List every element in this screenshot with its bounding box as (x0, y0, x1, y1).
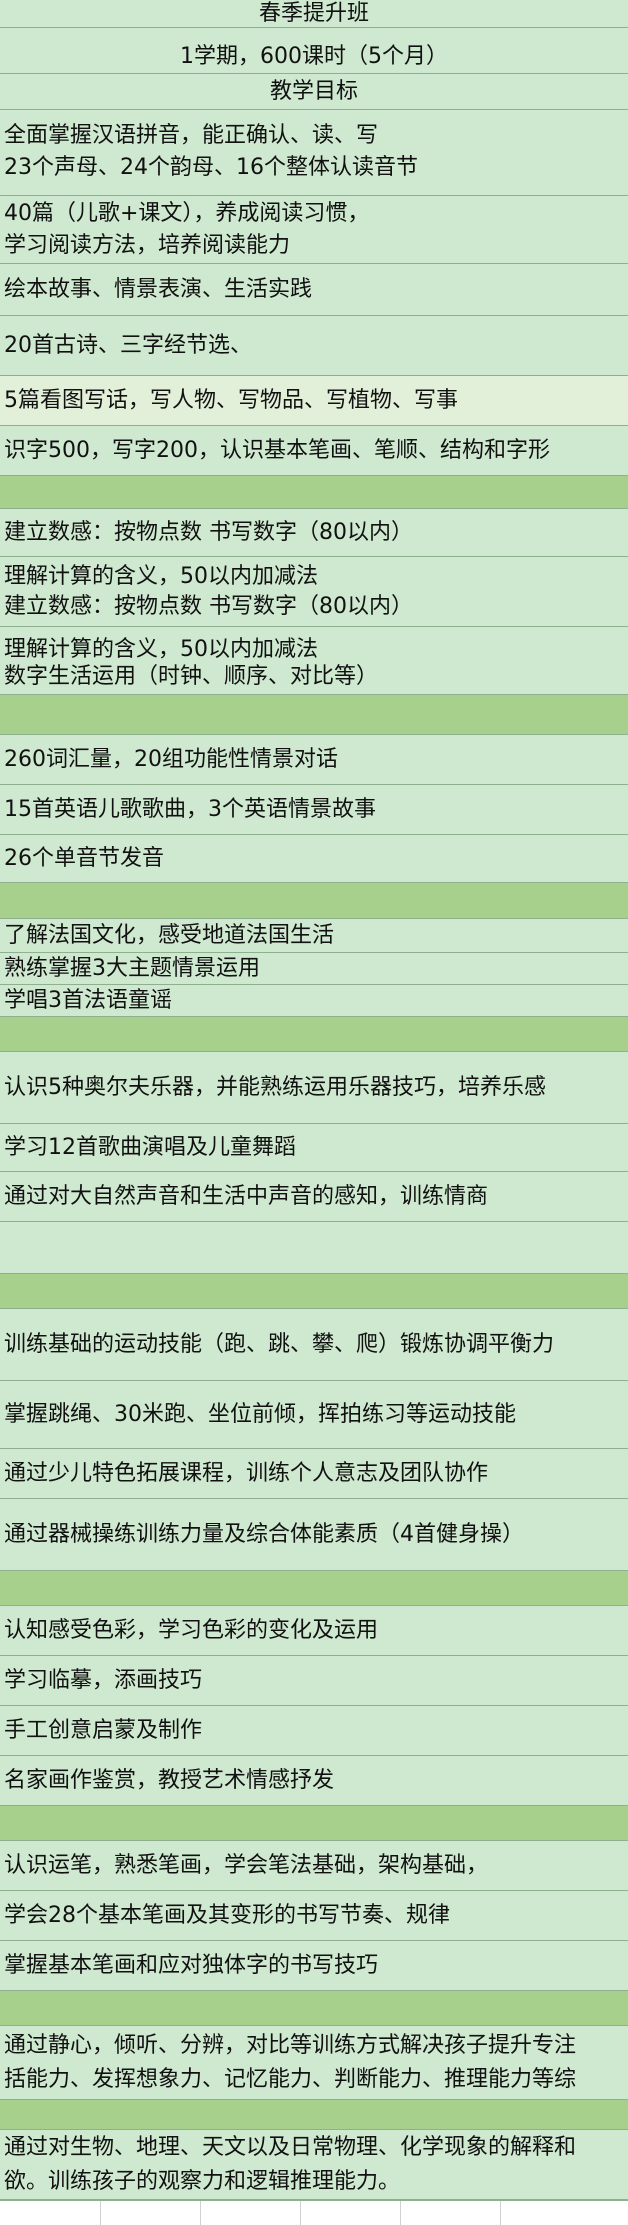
goal-row[interactable]: 掌握基本笔画和应对独体字的书写技巧 (0, 1941, 628, 1991)
goal-row[interactable]: 熟练掌握3大主题情景运用 (0, 953, 628, 985)
section-divider-row[interactable] (0, 1222, 628, 1274)
sheet-title: 春季提升班 (258, 1, 369, 26)
empty-grid-row (0, 2200, 628, 2225)
goal-text: 通过器械操练训练力量及综合体能素质（4首健身操） (4, 1522, 524, 1547)
grid-cell[interactable] (400, 2201, 501, 2225)
goal-text: 掌握基本笔画和应对独体字的书写技巧 (4, 1953, 379, 1978)
goal-row[interactable]: 训练基础的运动技能（跑、跳、攀、爬）锻炼协调平衡力 (0, 1309, 628, 1381)
goal-text: 数字生活运用（时钟、顺序、对比等） (4, 664, 379, 689)
goal-row[interactable]: 理解计算的含义，50以内加减法 数字生活运用（时钟、顺序、对比等） (0, 627, 628, 695)
spreadsheet: 春季提升班 1学期，600课时（5个月） 教学目标 全面掌握汉语拼音，能正确认、… (0, 0, 628, 2225)
section-divider-row[interactable] (0, 883, 628, 919)
goal-row[interactable]: 认识运笔，熟悉笔画，学会笔法基础，架构基础， (0, 1841, 628, 1891)
goal-text: 理解计算的含义，50以内加减法 (4, 564, 318, 589)
goal-text: 建立数感：按物点数 书写数字（80以内） (4, 520, 413, 545)
goal-row[interactable]: 40篇（儿歌+课文），养成阅读习惯， 学习阅读方法，培养阅读能力 (0, 196, 628, 264)
grid-cell[interactable] (300, 2201, 401, 2225)
section-divider-row[interactable] (0, 2100, 628, 2130)
goal-text: 熟练掌握3大主题情景运用 (4, 956, 260, 981)
goal-text: 学习阅读方法，培养阅读能力 (4, 233, 291, 258)
goal-text: 建立数感：按物点数 书写数字（80以内） (4, 594, 413, 619)
goal-text: 全面掌握汉语拼音，能正确认、读、写 (4, 123, 379, 148)
goal-row[interactable]: 建立数感：按物点数 书写数字（80以内） (0, 509, 628, 557)
grid-cell[interactable] (200, 2201, 301, 2225)
goal-row[interactable]: 通过器械操练训练力量及综合体能素质（4首健身操） (0, 1499, 628, 1571)
goal-text: 学习12首歌曲演唱及儿童舞蹈 (4, 1135, 296, 1160)
goal-text: 学习临摹，添画技巧 (4, 1668, 203, 1693)
goal-row[interactable]: 识字500，写字200，认识基本笔画、笔顺、结构和字形 (0, 426, 628, 476)
goal-text: 通过静心，倾听、分辨，对比等训练方式解决孩子提升专注 (4, 2033, 577, 2058)
goal-row[interactable]: 绘本故事、情景表演、生活实践 (0, 264, 628, 316)
goal-row[interactable]: 学习12首歌曲演唱及儿童舞蹈 (0, 1124, 628, 1172)
goal-text: 名家画作鉴赏，教授艺术情感抒发 (4, 1768, 335, 1793)
goal-row[interactable]: 通过对大自然声音和生活中声音的感知，训练情商 (0, 1172, 628, 1222)
sheet-subtitle: 1学期，600课时（5个月） (180, 44, 448, 69)
goal-row[interactable]: 学会28个基本笔画及其变形的书写节奏、规律 (0, 1891, 628, 1941)
goal-text: 通过对生物、地理、天文以及日常物理、化学现象的解释和 (4, 2135, 577, 2160)
section-divider-row[interactable] (0, 1274, 628, 1309)
subtitle-row[interactable]: 1学期，600课时（5个月） (0, 28, 628, 74)
goal-text: 23个声母、24个韵母、16个整体认读音节 (4, 155, 418, 180)
goal-row[interactable]: 5篇看图写话，写人物、写物品、写植物、写事 (0, 376, 628, 426)
goal-row[interactable]: 全面掌握汉语拼音，能正确认、读、写 23个声母、24个韵母、16个整体认读音节 (0, 110, 628, 196)
goal-row[interactable]: 学习临摹，添画技巧 (0, 1656, 628, 1706)
goal-text: 掌握跳绳、30米跑、坐位前倾，挥拍练习等运动技能 (4, 1402, 516, 1427)
goal-text: 通过少儿特色拓展课程，训练个人意志及团队协作 (4, 1461, 489, 1486)
goal-text: 学会28个基本笔画及其变形的书写节奏、规律 (4, 1903, 450, 1928)
goal-row[interactable]: 手工创意启蒙及制作 (0, 1706, 628, 1756)
section-divider-row[interactable] (0, 1017, 628, 1052)
goal-text: 括能力、发挥想象力、记忆能力、判断能力、推理能力等综 (4, 2067, 577, 2092)
goal-row[interactable]: 通过少儿特色拓展课程，训练个人意志及团队协作 (0, 1449, 628, 1499)
goal-text: 20首古诗、三字经节选、 (4, 333, 252, 358)
goal-row[interactable]: 认知感受色彩，学习色彩的变化及运用 (0, 1606, 628, 1656)
section-divider-row[interactable] (0, 1571, 628, 1606)
goal-text: 理解计算的含义，50以内加减法 (4, 637, 318, 662)
goal-row[interactable]: 认识5种奥尔夫乐器，并能熟练运用乐器技巧，培养乐感 (0, 1052, 628, 1124)
goal-row[interactable]: 掌握跳绳、30米跑、坐位前倾，挥拍练习等运动技能 (0, 1381, 628, 1449)
goal-row[interactable]: 学唱3首法语童谣 (0, 985, 628, 1017)
goal-row[interactable]: 名家画作鉴赏，教授艺术情感抒发 (0, 1756, 628, 1806)
grid-cell[interactable] (100, 2201, 201, 2225)
goal-text: 识字500，写字200，认识基本笔画、笔顺、结构和字形 (4, 438, 550, 463)
goal-header: 教学目标 (269, 79, 358, 104)
goal-row[interactable]: 26个单音节发音 (0, 835, 628, 883)
goal-text: 欲。训练孩子的观察力和逻辑推理能力。 (4, 2169, 401, 2194)
goal-row[interactable]: 15首英语儿歌歌曲，3个英语情景故事 (0, 785, 628, 835)
goal-text: 了解法国文化，感受地道法国生活 (4, 923, 335, 948)
section-divider-row[interactable] (0, 695, 628, 735)
goal-row[interactable]: 通过对生物、地理、天文以及日常物理、化学现象的解释和 欲。训练孩子的观察力和逻辑推… (0, 2130, 628, 2200)
goal-row[interactable]: 通过静心，倾听、分辨，对比等训练方式解决孩子提升专注 括能力、发挥想象力、记忆能力… (0, 2026, 628, 2100)
goal-text: 通过对大自然声音和生活中声音的感知，训练情商 (4, 1184, 489, 1209)
goal-text: 学唱3首法语童谣 (4, 988, 172, 1013)
goal-text: 26个单音节发音 (4, 846, 164, 871)
goal-text: 训练基础的运动技能（跑、跳、攀、爬）锻炼协调平衡力 (4, 1332, 555, 1357)
goal-text: 绘本故事、情景表演、生活实践 (4, 277, 313, 302)
goal-header-row[interactable]: 教学目标 (0, 74, 628, 110)
goal-text: 认识5种奥尔夫乐器，并能熟练运用乐器技巧，培养乐感 (4, 1075, 546, 1100)
goal-text: 40篇（儿歌+课文），养成阅读习惯， (4, 201, 370, 226)
goal-text: 260词汇量，20组功能性情景对话 (4, 747, 338, 772)
goal-text: 手工创意启蒙及制作 (4, 1718, 203, 1743)
section-divider-row[interactable] (0, 1991, 628, 2026)
title-row[interactable]: 春季提升班 (0, 0, 628, 28)
goal-text: 15首英语儿歌歌曲，3个英语情景故事 (4, 797, 376, 822)
section-divider-row[interactable] (0, 1806, 628, 1841)
goal-text: 认知感受色彩，学习色彩的变化及运用 (4, 1618, 379, 1643)
goal-row[interactable]: 260词汇量，20组功能性情景对话 (0, 735, 628, 785)
goal-row[interactable]: 20首古诗、三字经节选、 (0, 316, 628, 376)
goal-text: 认识运笔，熟悉笔画，学会笔法基础，架构基础， (4, 1853, 489, 1878)
section-divider-row[interactable] (0, 476, 628, 509)
goal-row[interactable]: 理解计算的含义，50以内加减法建立数感：按物点数 书写数字（80以内） (0, 557, 628, 627)
goal-text: 5篇看图写话，写人物、写物品、写植物、写事 (4, 388, 458, 413)
goal-row[interactable]: 了解法国文化，感受地道法国生活 (0, 919, 628, 953)
grid-cell[interactable] (0, 2201, 101, 2225)
grid-cell[interactable] (500, 2201, 628, 2225)
